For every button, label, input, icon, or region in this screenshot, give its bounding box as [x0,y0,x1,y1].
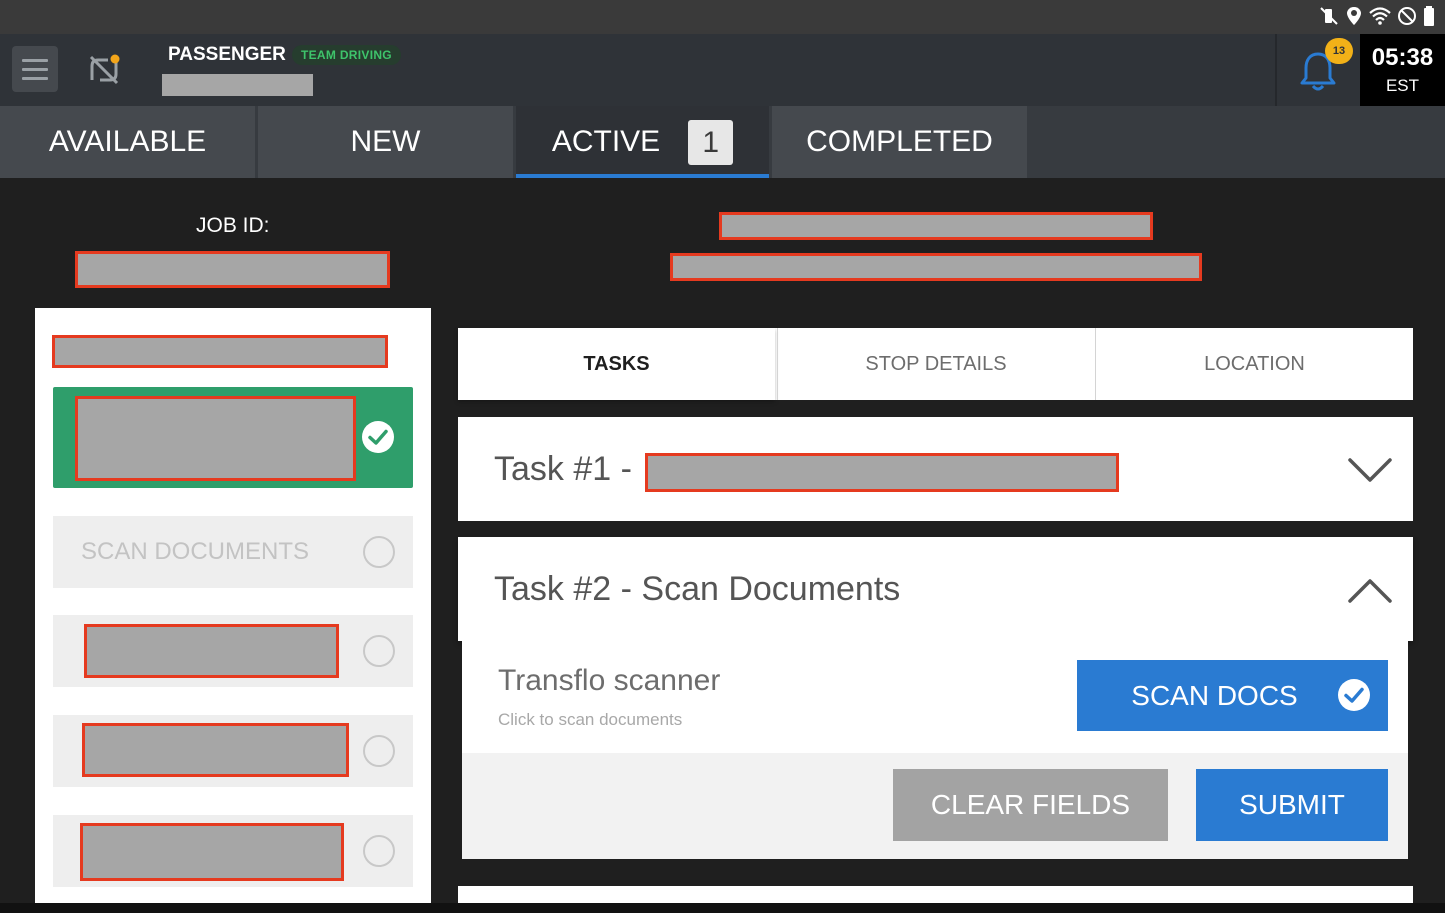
tab-label: NEW [350,125,421,158]
step-label-redacted [80,823,344,881]
stop-name-redacted [719,212,1153,240]
chevron-up-icon[interactable] [1347,576,1393,606]
tab-active[interactable]: ACTIVE 1 [516,106,769,178]
tab-label: AVAILABLE [48,125,207,158]
status-icons [1319,4,1435,28]
active-count-badge: 1 [688,119,734,165]
panel-title-redacted [52,335,388,368]
scan-docs-label: SCAN DOCS [1131,679,1298,711]
job-id-label: JOB ID: [196,214,270,237]
do-not-disturb-icon [1398,7,1416,25]
radio-empty-icon [363,835,395,867]
radio-empty-icon [363,735,395,767]
step-label: SCAN DOCUMENTS [81,538,310,565]
wifi-icon [1369,7,1391,25]
system-status-bar [0,0,1445,34]
location-icon [1347,7,1361,25]
scanner-subtitle: Click to scan documents [498,710,683,729]
driver-name-redacted [162,74,313,96]
tab-label: ACTIVE [551,125,661,158]
step-completed-label-redacted [75,396,356,481]
tab-label: COMPLETED [806,125,993,158]
bottom-edge [0,903,1445,913]
task-1-title: Task #1 - [494,450,632,488]
route-sync-off-icon[interactable] [86,52,122,88]
radio-empty-icon [363,635,395,667]
stop-address-redacted [670,253,1202,281]
task-1-name-redacted [645,453,1119,492]
tab-available[interactable]: AVAILABLE [0,106,255,178]
tab-new[interactable]: NEW [258,106,513,178]
job-id-value-redacted [75,251,390,288]
step-label-redacted [82,723,349,777]
subtab-location[interactable]: LOCATION [1095,328,1413,400]
team-driving-badge: TEAM DRIVING [292,45,401,65]
clear-fields-button[interactable]: CLEAR FIELDS [893,769,1168,841]
step-scan-documents[interactable]: SCAN DOCUMENTS [53,516,413,588]
clock-timezone: EST [1385,76,1420,95]
driver-role-label: PASSENGER [168,44,286,65]
check-circle-icon [362,421,394,453]
chevron-down-icon[interactable] [1347,455,1393,485]
subtab-tasks[interactable]: TASKS [458,328,775,400]
vibrate-mute-icon [1320,7,1338,25]
step-label-redacted [84,624,339,678]
submit-button[interactable]: SUBMIT [1196,769,1388,841]
battery-icon [1424,6,1434,26]
scanner-title: Transflo scanner [498,664,721,697]
clock-time: 05:38 [1371,44,1434,71]
notification-count-badge: 13 [1325,38,1353,64]
task-2-title: Task #2 - Scan Documents [494,570,901,608]
subtab-stop-details[interactable]: STOP DETAILS [777,328,1094,400]
check-circle-icon [1338,679,1370,711]
header-divider [1275,34,1277,106]
radio-empty-icon [363,536,395,568]
hamburger-menu-button[interactable] [12,46,58,92]
clock: 05:38 EST [1360,34,1445,106]
tab-completed[interactable]: COMPLETED [772,106,1027,178]
